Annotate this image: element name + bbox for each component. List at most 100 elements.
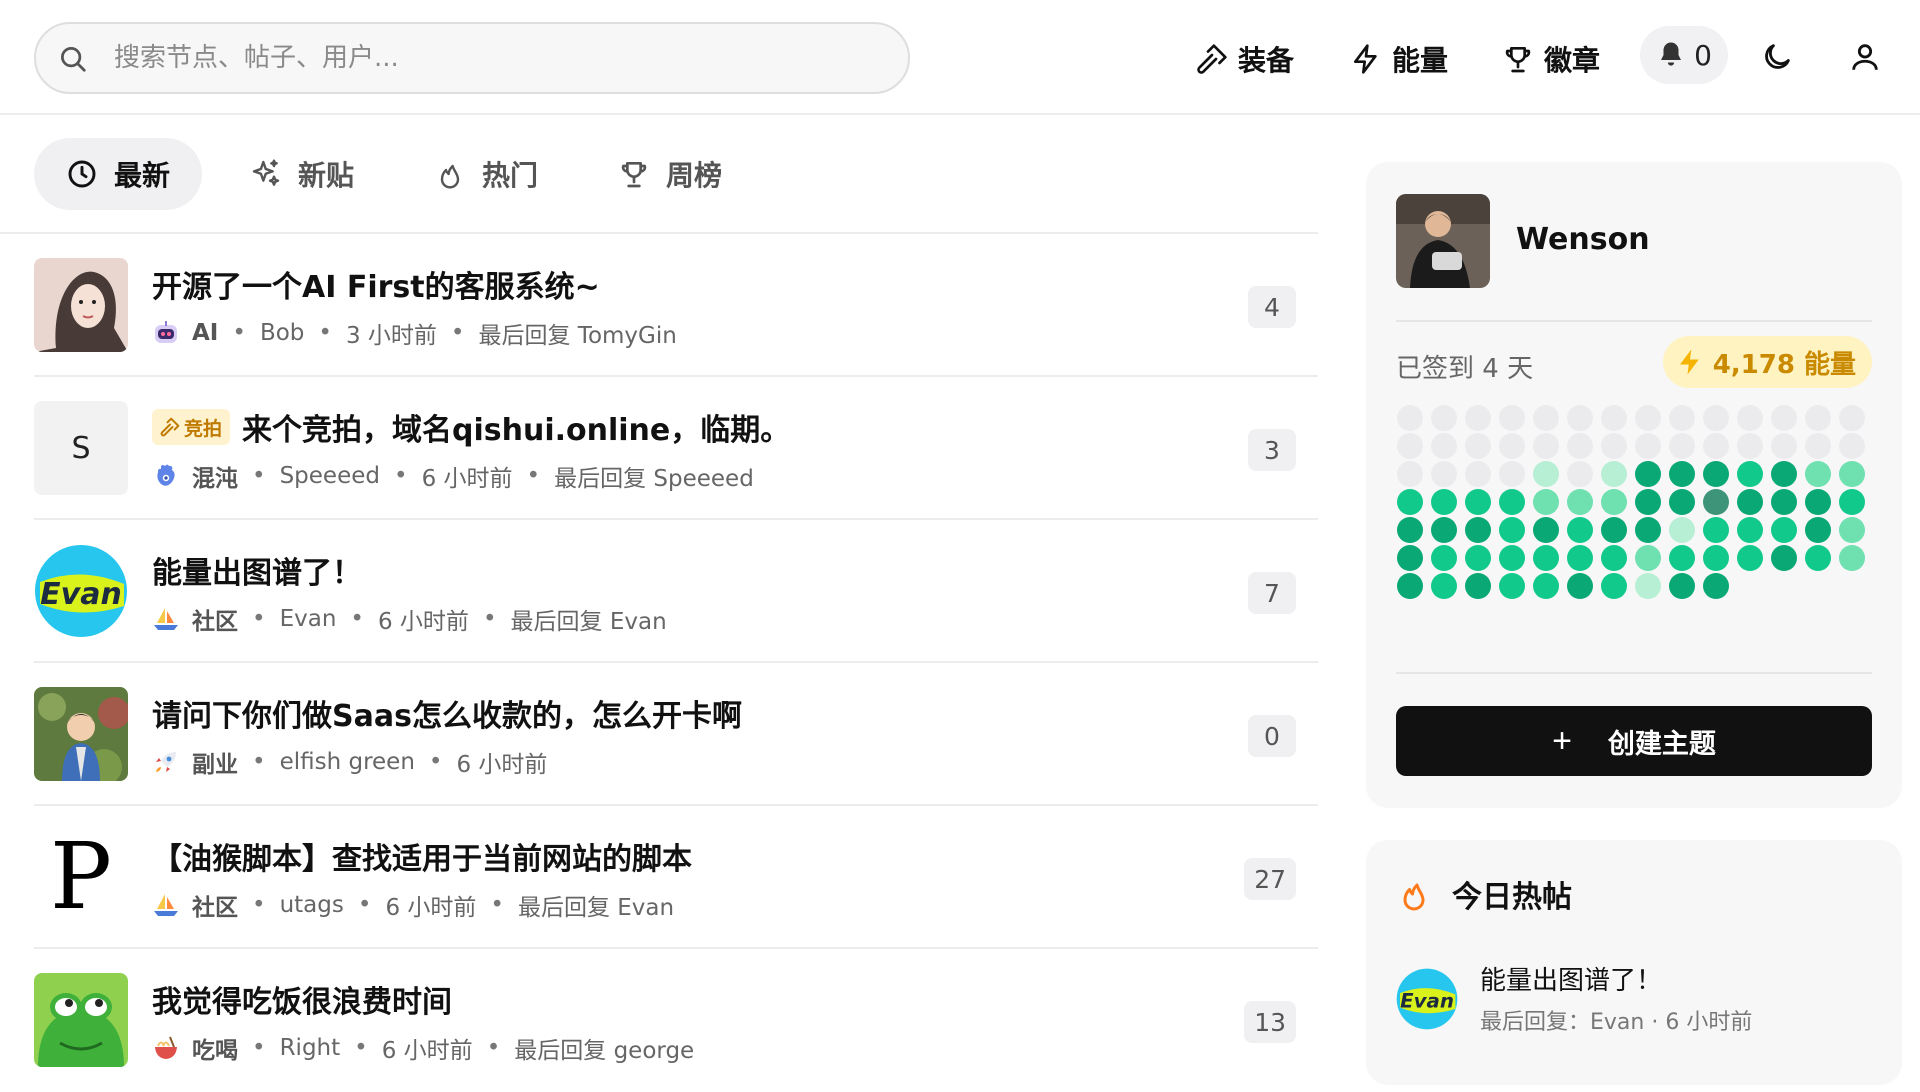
profile-divider — [1396, 320, 1872, 322]
nav-energy[interactable]: 能量 — [1350, 36, 1448, 82]
create-topic-button[interactable]: + 创建主题 — [1396, 706, 1872, 776]
topic-time: 6 小时前 — [377, 609, 469, 635]
topic-avatar[interactable] — [34, 687, 128, 781]
heatmap-cell — [1601, 405, 1627, 431]
rocket-icon — [156, 752, 176, 772]
topic-author[interactable]: Bob — [260, 320, 304, 346]
trophy-icon — [621, 162, 647, 188]
notifications-button[interactable]: 0 — [1640, 26, 1728, 84]
hot-topic-title[interactable]: 能量出图谱了！ — [1480, 960, 1662, 997]
hammer-icon — [160, 417, 180, 437]
topic-node[interactable]: 副业 — [192, 745, 238, 779]
topic-node[interactable]: 社区 — [192, 602, 238, 636]
topic-row[interactable]: 请问下你们做Saas怎么收款的，怎么开卡啊 副业 • elfish green … — [34, 663, 1318, 806]
tab-hot[interactable]: 热门 — [402, 138, 570, 210]
topic-avatar[interactable]: P — [34, 830, 128, 924]
heatmap-cell — [1635, 545, 1661, 571]
topic-node[interactable]: 社区 — [192, 888, 238, 922]
search-box[interactable] — [34, 22, 910, 94]
topic-author[interactable]: elfish green — [280, 749, 415, 775]
heatmap-cell — [1669, 405, 1695, 431]
heatmap-cell — [1431, 433, 1457, 459]
topic-author[interactable]: Right — [280, 1035, 341, 1061]
topic-title[interactable]: 能量出图谱了！ — [152, 548, 362, 592]
search-input[interactable] — [114, 36, 874, 80]
topic-title[interactable]: 【油猴脚本】查找适用于当前网站的脚本 — [152, 834, 692, 878]
topic-avatar[interactable]: S — [34, 401, 128, 495]
energy-badge[interactable]: 4,178 能量 — [1662, 336, 1872, 388]
topic-meta: 副业 • elfish green • 6 小时前 — [152, 745, 547, 779]
topic-author[interactable]: Evan — [280, 606, 337, 632]
topic-node[interactable]: 吃喝 — [192, 1031, 238, 1065]
heatmap-cell — [1839, 461, 1865, 487]
heatmap-cell — [1703, 489, 1729, 515]
heatmap-cell — [1669, 573, 1695, 599]
heatmap-cell — [1431, 489, 1457, 515]
lightning-icon — [1354, 44, 1377, 74]
evan-logo-icon: Evan — [35, 545, 127, 637]
heatmap-cell — [1431, 517, 1457, 543]
topic-meta: 吃喝 • Right • 6 小时前 • 最后回复 george — [152, 1031, 694, 1065]
topic-node[interactable]: 混沌 — [192, 459, 238, 493]
flame-icon — [1403, 883, 1425, 911]
topic-row[interactable]: 开源了一个AI First的客服系统~ AI • Bob • 3 小时前 • 最… — [34, 234, 1318, 377]
topic-last-reply: 最后回复 Speeeed — [554, 466, 754, 492]
topic-avatar[interactable] — [34, 258, 128, 352]
nav-equipment[interactable]: 装备 — [1196, 36, 1294, 82]
heatmap-cell — [1805, 433, 1831, 459]
topic-row[interactable]: S 竞拍 来个竞拍，域名qishui.online，临期。 混沌 • Speee… — [34, 377, 1318, 520]
topic-avatar[interactable]: Evan — [34, 544, 128, 638]
nav-badges[interactable]: 徽章 — [1502, 36, 1600, 82]
profile-avatar[interactable] — [1396, 194, 1490, 288]
topic-author[interactable]: utags — [280, 892, 344, 918]
flame-icon — [440, 164, 460, 189]
topic-last-reply: 最后回复 Evan — [510, 609, 667, 635]
topic-row[interactable]: 我觉得吃饭很浪费时间 吃喝 • Right • 6 小时前 • 最后回复 geo… — [34, 949, 1318, 1092]
heatmap-cell — [1805, 545, 1831, 571]
heatmap-cell — [1431, 405, 1457, 431]
topic-time: 3 小时前 — [345, 323, 437, 349]
sparkles-icon — [252, 159, 280, 186]
heatmap-cell — [1601, 573, 1627, 599]
heatmap-cell — [1669, 517, 1695, 543]
topic-title[interactable]: 开源了一个AI First的客服系统~ — [152, 262, 600, 306]
heatmap-cell — [1635, 573, 1661, 599]
meta-separator: • — [252, 606, 266, 632]
meta-separator: • — [252, 463, 266, 489]
tab-weekly[interactable]: 周榜 — [586, 138, 754, 210]
auction-badge: 竞拍 — [152, 409, 231, 445]
nav-equipment-label: 装备 — [1238, 44, 1295, 77]
tab-latest[interactable]: 最新 — [34, 138, 203, 210]
heatmap-cell — [1771, 433, 1797, 459]
heatmap-cell — [1737, 517, 1763, 543]
checkin-status: 已签到 4 天 — [1396, 354, 1534, 384]
profile-name[interactable]: Wenson — [1516, 222, 1650, 257]
topic-author[interactable]: Speeeed — [280, 463, 380, 489]
meta-separator: • — [486, 1035, 501, 1061]
heatmap-cell — [1601, 545, 1627, 571]
topic-title[interactable]: 竞拍 来个竞拍，域名qishui.online，临期。 — [152, 405, 790, 449]
heatmap-cell — [1703, 461, 1729, 487]
meta-separator: • — [482, 606, 497, 632]
meta-separator: • — [393, 463, 408, 489]
heatmap-cell — [1805, 489, 1831, 515]
heatmap-cell — [1669, 461, 1695, 487]
topic-meta: AI • Bob • 3 小时前 • 最后回复 TomyGin — [152, 316, 677, 350]
heatmap-cell — [1601, 517, 1627, 543]
meta-separator: • — [357, 892, 372, 918]
topic-meta: 混沌 • Speeeed • 6 小时前 • 最后回复 Speeeed — [152, 459, 754, 493]
plus-icon: + — [1552, 721, 1572, 760]
user-icon[interactable] — [1848, 40, 1882, 74]
topic-node[interactable]: AI — [192, 320, 218, 346]
tab-new[interactable]: 新贴 — [218, 138, 386, 210]
topic-row[interactable]: Evan 能量出图谱了！ 社区 • Evan • 6 小时前 • 最后回复 Ev… — [34, 520, 1318, 663]
topic-title[interactable]: 我觉得吃饭很浪费时间 — [152, 977, 452, 1021]
topic-avatar[interactable] — [34, 973, 128, 1067]
hot-topic-item[interactable]: Evan 能量出图谱了！ 最后回复：Evan · 6 小时前 — [1396, 960, 1872, 1050]
topic-title[interactable]: 请问下你们做Saas怎么收款的，怎么开卡啊 — [152, 691, 742, 735]
hamsa-icon — [157, 464, 175, 486]
hot-topic-avatar[interactable]: Evan — [1396, 968, 1458, 1030]
heatmap-cell — [1431, 545, 1457, 571]
moon-icon[interactable] — [1760, 40, 1794, 74]
topic-row[interactable]: P 【油猴脚本】查找适用于当前网站的脚本 社区 • utags • 6 小时前 … — [34, 806, 1318, 949]
